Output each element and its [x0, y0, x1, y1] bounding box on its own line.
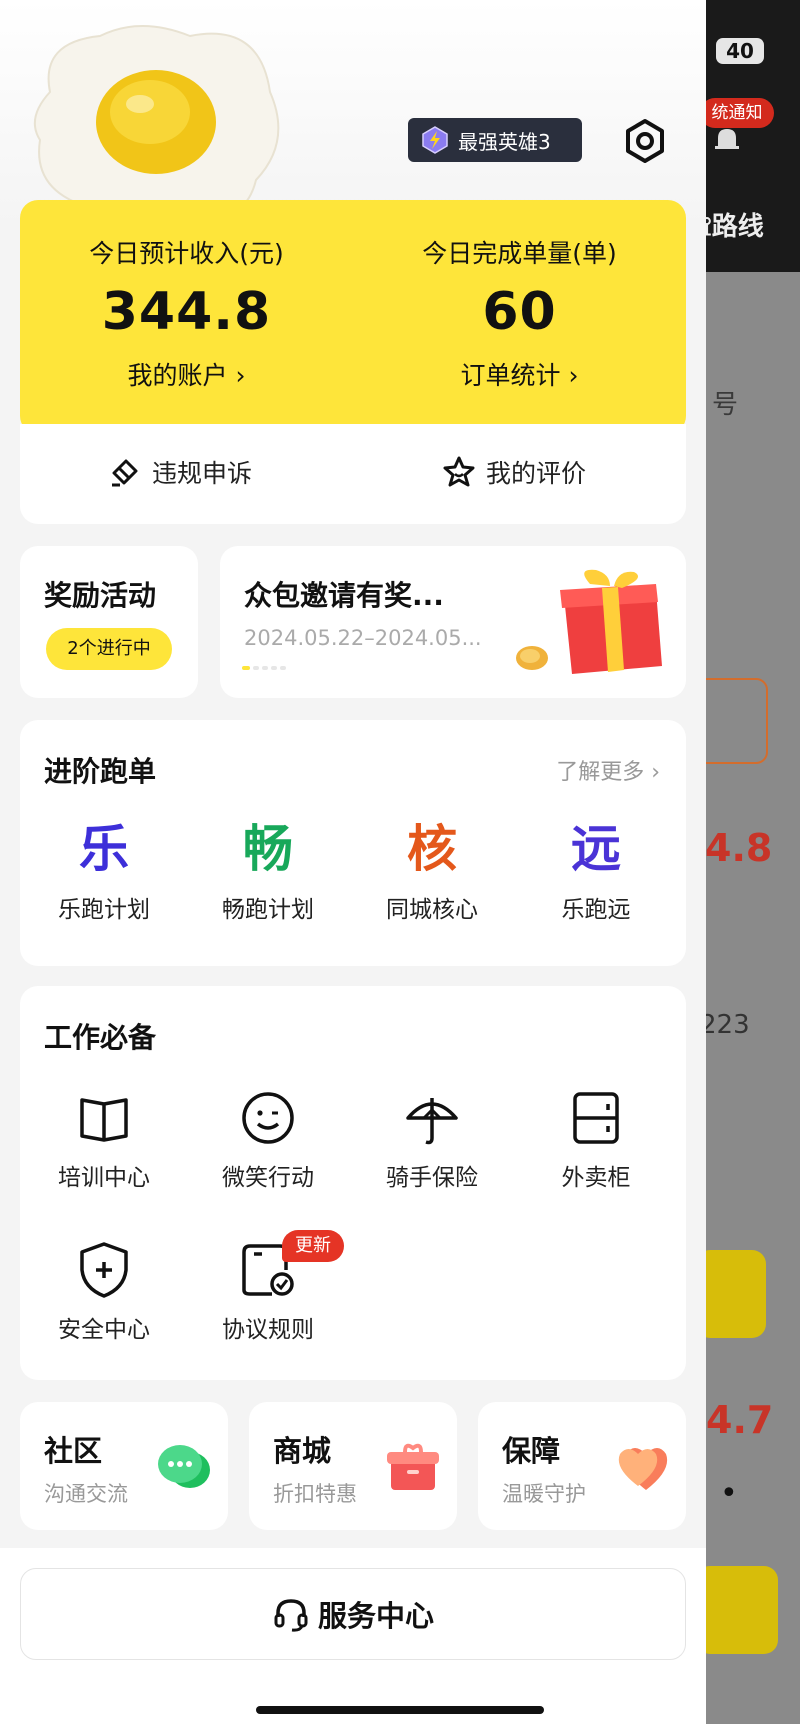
protection-card[interactable]: 保障 温暖守护 [478, 1402, 686, 1530]
plan-le-run-far[interactable]: 远 乐跑远 [516, 818, 676, 924]
chat-icon [158, 1445, 210, 1488]
community-subtitle: 沟通交流 [44, 1482, 128, 1506]
orders-label: 今日完成单量(单) [422, 239, 617, 268]
plan-le-run[interactable]: 乐 乐跑计划 [24, 818, 184, 924]
background-yellow-button [696, 1566, 778, 1654]
gift-box-illustration [516, 569, 662, 674]
carousel-indicator [242, 666, 286, 670]
route-tab[interactable]: ⟟路线 [702, 206, 764, 243]
lightning-badge-icon [422, 126, 448, 154]
food-locker[interactable]: 外卖柜 [516, 1088, 676, 1192]
mall-subtitle: 折扣特惠 [273, 1482, 357, 1506]
reward-status-badge: 2个进行中 [46, 628, 172, 670]
reward-title: 奖励活动 [44, 579, 157, 612]
orders-value: 60 [482, 282, 557, 342]
work-essentials-card: 工作必备 培训中心 微笑行动 骑手保险 外卖柜 安全中心 更新 协议规则 [20, 986, 686, 1380]
route-label: 路线 [711, 212, 764, 242]
advanced-running-card: 进阶跑单 了解更多 › 乐 乐跑计划 畅 畅跑计划 核 同城核心 远 乐跑远 [20, 720, 686, 966]
orders-stat[interactable]: 今日完成单量(单) 60 订单统计 › [353, 200, 686, 392]
my-reviews-button[interactable]: 我的评价 [442, 454, 586, 490]
income-stat[interactable]: 今日预计收入(元) 344.8 我的账户 › [20, 200, 353, 392]
protection-title: 保障 [502, 1434, 561, 1468]
hero-level-label: 最强英雄3 [458, 129, 551, 154]
smile-icon [242, 1092, 294, 1144]
invite-title: 众包邀请有奖... [244, 579, 444, 612]
advanced-title: 进阶跑单 [44, 755, 157, 788]
background-dot: • [720, 1476, 738, 1511]
background-text: 号 [712, 390, 739, 420]
heart-icon [618, 1448, 668, 1490]
battery-indicator: 40 [716, 38, 764, 64]
plan-label: 乐跑计划 [58, 897, 150, 923]
mall-card[interactable]: 商城 折扣特惠 [249, 1402, 457, 1530]
plan-city-core[interactable]: 核 同城核心 [352, 818, 512, 924]
star-icon [443, 456, 475, 487]
hero-level-badge[interactable]: 最强英雄3 [408, 118, 582, 162]
system-notice-badge: 统通知 [700, 98, 774, 128]
advanced-grid: 乐 乐跑计划 畅 畅跑计划 核 同城核心 远 乐跑远 [20, 818, 686, 924]
invite-date: 2024.05.22–2024.05... [244, 626, 482, 650]
umbrella-icon [406, 1098, 458, 1145]
chang-logo-icon: 畅 [243, 820, 293, 878]
agreement-rules-label: 协议规则 [222, 1317, 314, 1343]
order-stats-link[interactable]: 订单统计 › [353, 356, 686, 392]
plan-label: 乐跑远 [561, 897, 631, 923]
income-value: 344.8 [101, 282, 272, 342]
headset-icon [274, 1599, 308, 1632]
profile-drawer: 最强英雄3 今日预计收入(元) 344.8 我的账户 › 今日完成单量(单) 6… [0, 0, 706, 1724]
plan-label: 畅跑计划 [222, 897, 314, 923]
appeal-hammer-icon [112, 459, 138, 487]
earnings-card-actions: 违规申诉 我的评价 [20, 424, 686, 524]
food-locker-label: 外卖柜 [561, 1165, 631, 1191]
update-badge: 更新 [282, 1230, 344, 1262]
background-yellow-button [696, 1250, 766, 1338]
yuan-logo-icon: 远 [571, 820, 621, 878]
gift-box-icon [387, 1443, 439, 1490]
smile-action-label: 微笑行动 [222, 1165, 314, 1191]
he-logo-icon: 核 [407, 820, 457, 878]
settings-gear-icon[interactable] [622, 118, 668, 164]
shield-plus-icon [80, 1242, 128, 1298]
rider-insurance-label: 骑手保险 [386, 1165, 478, 1191]
background-value: 4.7 [706, 1398, 774, 1442]
plan-label: 同城核心 [386, 897, 478, 923]
work-grid-row-1: 培训中心 微笑行动 骑手保险 外卖柜 [20, 1088, 686, 1192]
smile-action[interactable]: 微笑行动 [188, 1088, 348, 1192]
earnings-card: 今日预计收入(元) 344.8 我的账户 › 今日完成单量(单) 60 订单统计… [20, 200, 686, 434]
service-center-label: 服务中心 [317, 1599, 434, 1633]
community-card[interactable]: 社区 沟通交流 [20, 1402, 228, 1530]
work-title: 工作必备 [44, 1021, 157, 1054]
home-indicator[interactable] [256, 1706, 544, 1714]
training-center-label: 培训中心 [58, 1165, 150, 1191]
avatar-fried-egg[interactable] [30, 22, 288, 230]
rider-insurance[interactable]: 骑手保险 [352, 1088, 512, 1192]
appeal-button[interactable]: 违规申诉 [108, 454, 252, 490]
safety-center-label: 安全中心 [58, 1317, 150, 1343]
invite-banner[interactable]: 众包邀请有奖... 2024.05.22–2024.05... [220, 546, 686, 698]
appeal-label: 违规申诉 [152, 459, 253, 488]
locker-icon [573, 1092, 619, 1144]
bell-icon [715, 129, 739, 149]
agreement-rules[interactable]: 更新 协议规则 [188, 1230, 348, 1344]
community-title: 社区 [44, 1434, 103, 1468]
background-value: 223 [700, 1010, 750, 1040]
service-center-button[interactable]: 服务中心 [20, 1568, 686, 1660]
plan-chang-run[interactable]: 畅 畅跑计划 [188, 818, 348, 924]
my-reviews-label: 我的评价 [486, 459, 587, 488]
le-logo-icon: 乐 [79, 820, 129, 878]
background-value: 4.8 [705, 826, 773, 870]
reward-activities-card[interactable]: 奖励活动 2个进行中 [20, 546, 198, 698]
income-label: 今日预计收入(元) [89, 239, 284, 268]
training-center[interactable]: 培训中心 [24, 1088, 184, 1192]
protection-subtitle: 温暖守护 [502, 1482, 586, 1506]
work-grid-row-2: 安全中心 更新 协议规则 [20, 1230, 686, 1344]
book-icon [80, 1098, 128, 1142]
learn-more-link[interactable]: 了解更多 › [556, 754, 660, 786]
mall-title: 商城 [273, 1434, 332, 1468]
my-account-link[interactable]: 我的账户 › [20, 356, 353, 392]
safety-center[interactable]: 安全中心 [24, 1240, 184, 1344]
